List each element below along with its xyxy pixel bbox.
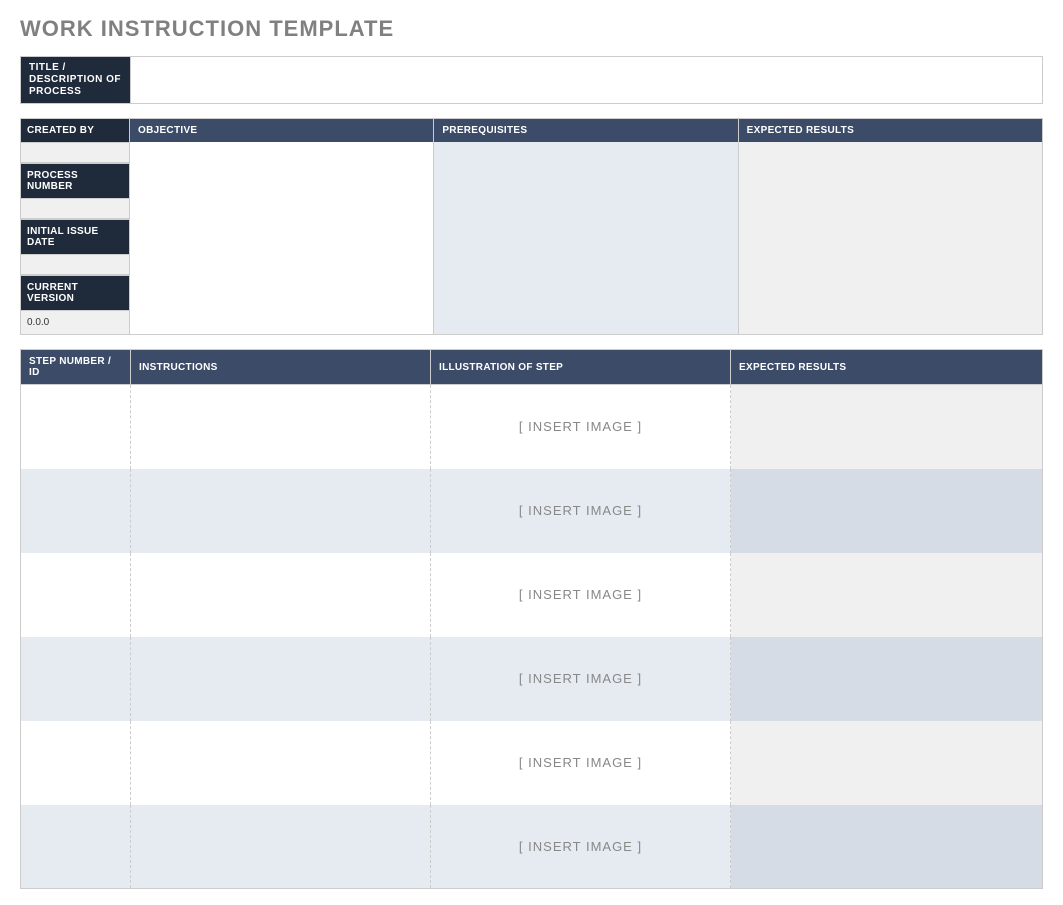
created-by-value[interactable] — [20, 143, 130, 163]
objective-column: OBJECTIVE — [130, 118, 434, 335]
illustration-cell[interactable]: [ INSERT IMAGE ] — [431, 637, 731, 721]
instructions-cell[interactable] — [131, 805, 431, 889]
step-number-cell[interactable] — [21, 721, 131, 805]
instructions-cell[interactable] — [131, 721, 431, 805]
overview-section: CREATED BY PROCESS NUMBER INITIAL ISSUE … — [20, 118, 1043, 335]
step-number-cell[interactable] — [21, 469, 131, 553]
title-description-label: TITLE / DESCRIPTION OF PROCESS — [20, 56, 130, 104]
steps-table: STEP NUMBER / ID INSTRUCTIONS ILLUSTRATI… — [20, 349, 1043, 889]
expected-results-cell[interactable] — [731, 721, 1043, 805]
step-number-cell[interactable] — [21, 385, 131, 469]
expected-results-cell[interactable] — [731, 553, 1043, 637]
process-number-value[interactable] — [20, 199, 130, 219]
title-description-input[interactable] — [130, 56, 1043, 104]
col-header-illustration: ILLUSTRATION OF STEP — [431, 350, 731, 385]
col-header-expected: EXPECTED RESULTS — [731, 350, 1043, 385]
prerequisites-body[interactable] — [434, 142, 737, 335]
table-row: [ INSERT IMAGE ] — [21, 637, 1043, 721]
illustration-cell[interactable]: [ INSERT IMAGE ] — [431, 469, 731, 553]
instructions-cell[interactable] — [131, 553, 431, 637]
col-header-step: STEP NUMBER / ID — [21, 350, 131, 385]
step-number-cell[interactable] — [21, 805, 131, 889]
current-version-value[interactable]: 0.0.0 — [20, 311, 130, 335]
step-number-cell[interactable] — [21, 637, 131, 721]
illustration-cell[interactable]: [ INSERT IMAGE ] — [431, 385, 731, 469]
instructions-cell[interactable] — [131, 469, 431, 553]
expected-results-cell[interactable] — [731, 469, 1043, 553]
table-row: [ INSERT IMAGE ] — [21, 553, 1043, 637]
current-version-label: CURRENT VERSION — [20, 275, 130, 311]
expected-results-column: EXPECTED RESULTS — [739, 118, 1043, 335]
prerequisites-column: PREREQUISITES — [434, 118, 738, 335]
table-row: [ INSERT IMAGE ] — [21, 721, 1043, 805]
expected-results-cell[interactable] — [731, 385, 1043, 469]
step-number-cell[interactable] — [21, 553, 131, 637]
illustration-cell[interactable]: [ INSERT IMAGE ] — [431, 721, 731, 805]
overview-left-column: CREATED BY PROCESS NUMBER INITIAL ISSUE … — [20, 118, 130, 335]
instructions-cell[interactable] — [131, 385, 431, 469]
expected-results-body[interactable] — [739, 142, 1042, 335]
illustration-cell[interactable]: [ INSERT IMAGE ] — [431, 553, 731, 637]
objective-body[interactable] — [130, 142, 433, 335]
table-row: [ INSERT IMAGE ] — [21, 805, 1043, 889]
table-row: [ INSERT IMAGE ] — [21, 469, 1043, 553]
title-description-row: TITLE / DESCRIPTION OF PROCESS — [20, 56, 1043, 104]
col-header-instructions: INSTRUCTIONS — [131, 350, 431, 385]
process-number-label: PROCESS NUMBER — [20, 163, 130, 199]
table-row: [ INSERT IMAGE ] — [21, 385, 1043, 469]
page-title: WORK INSTRUCTION TEMPLATE — [20, 16, 1043, 42]
overview-right-columns: OBJECTIVE PREREQUISITES EXPECTED RESULTS — [130, 118, 1043, 335]
prerequisites-header: PREREQUISITES — [434, 118, 737, 142]
instructions-cell[interactable] — [131, 637, 431, 721]
initial-issue-date-label: INITIAL ISSUE DATE — [20, 219, 130, 255]
objective-header: OBJECTIVE — [130, 118, 433, 142]
initial-issue-date-value[interactable] — [20, 255, 130, 275]
expected-results-cell[interactable] — [731, 637, 1043, 721]
expected-results-header: EXPECTED RESULTS — [739, 118, 1042, 142]
expected-results-cell[interactable] — [731, 805, 1043, 889]
illustration-cell[interactable]: [ INSERT IMAGE ] — [431, 805, 731, 889]
created-by-label: CREATED BY — [20, 118, 130, 143]
